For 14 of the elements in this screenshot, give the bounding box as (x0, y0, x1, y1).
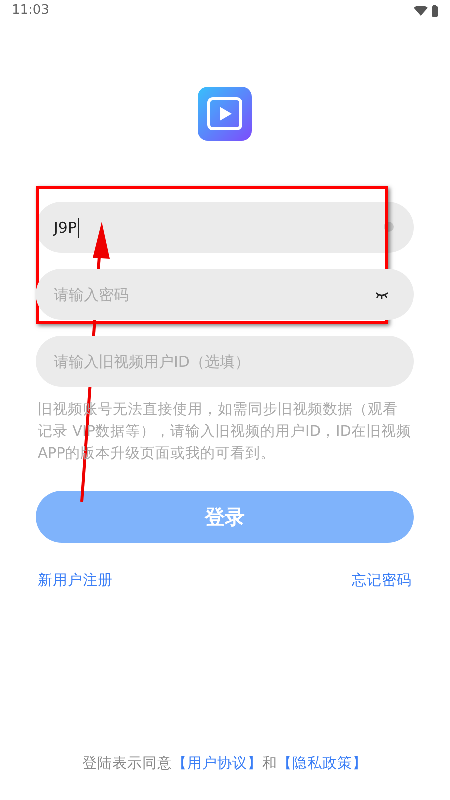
text-cursor (78, 218, 80, 238)
battery-icon (432, 5, 438, 17)
app-logo-icon (198, 87, 252, 141)
input-field[interactable]: 请输入旧视频用户ID（选填） (36, 336, 414, 387)
status-time: 11:03 (12, 2, 50, 20)
consent-text: 登陆表示同意 (82, 755, 172, 774)
consent-text: 和 (262, 755, 278, 774)
wifi-icon (414, 6, 428, 16)
user-agreement-link[interactable]: 【用户协议】 (172, 754, 262, 776)
forgot-password-link[interactable]: 忘记密码 (352, 571, 412, 593)
privacy-policy-link[interactable]: 【隐私政策】 (278, 754, 368, 776)
password-field[interactable]: 请输入密码 (36, 269, 414, 320)
eye-closed-icon[interactable] (376, 291, 388, 299)
register-link[interactable]: 新用户注册 (38, 571, 113, 593)
